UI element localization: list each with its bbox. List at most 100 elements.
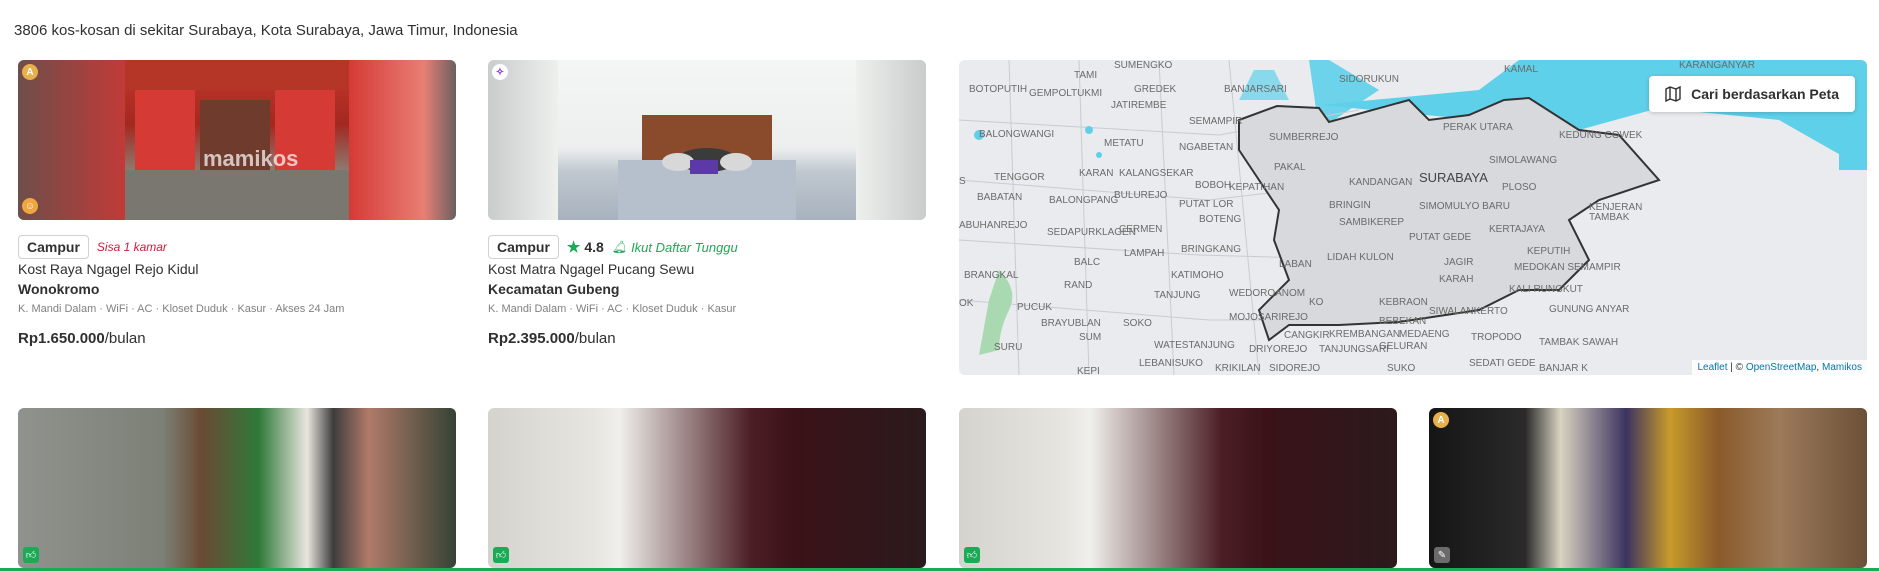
listing-price: Rp1.650.000/bulan (18, 330, 146, 347)
map-label: SOKO (1123, 318, 1152, 329)
map-label: SIWALANKERTO (1429, 306, 1508, 317)
osm-link[interactable]: OpenStreetMap (1746, 362, 1817, 373)
map-label: LAMPAH (1124, 248, 1164, 259)
listing-card[interactable]: 👍︎ (488, 408, 926, 568)
map-label: GUNUNG ANYAR (1549, 304, 1629, 315)
map-label: SUMBERREJO (1269, 132, 1339, 143)
search-map[interactable]: SUMENGKO TAMI GREDEK BANJARSARI SIDORUKU… (959, 60, 1867, 375)
listing-price: Rp2.395.000/bulan (488, 330, 616, 347)
map-label: KARAH (1439, 274, 1473, 285)
map-label: BRINGKANG (1181, 244, 1241, 255)
star-icon: ★ (566, 239, 581, 256)
like-icon: 👍︎ (493, 547, 509, 563)
map-label: PUTAT GEDE (1409, 232, 1472, 243)
map-label: OK (959, 298, 974, 309)
map-label: KALI RUNGKUT (1509, 284, 1583, 295)
map-label: SIMOLAWANG (1489, 155, 1557, 166)
map-label: NGABETAN (1179, 142, 1233, 153)
like-icon: 👍︎ (964, 547, 980, 563)
map-label: ABUHANREJO (959, 220, 1028, 231)
map-label: MEDAENG (1399, 329, 1450, 340)
rating: ★ 4.8 (566, 239, 604, 256)
map-label: KAMAL (1504, 64, 1538, 75)
listing-card[interactable]: ✧ Campur ★ 4.8 🔔︎ Ikut Daftar Tunggu Kost … (488, 60, 926, 347)
listing-photo[interactable]: mamikos A ☺ (18, 60, 456, 220)
map-label: BRAYUBLAN (1041, 318, 1101, 329)
search-by-map-button[interactable]: Cari berdasarkan Peta (1649, 76, 1855, 112)
room-type-chip: Campur (18, 235, 89, 259)
map-label: BOTOPUTIH (969, 84, 1027, 95)
listing-photo[interactable]: A ✎ (1429, 408, 1867, 568)
map-label: PLOSO (1502, 182, 1537, 193)
map-label: KARANGANYAR (1679, 60, 1755, 71)
listing-photo[interactable]: ✧ (488, 60, 926, 220)
map-label: WEDOROANOM (1229, 288, 1305, 299)
map-label: BRINGIN (1329, 200, 1371, 211)
map-label: MEDOKAN SEMAMPIR (1514, 262, 1621, 273)
map-label: KREMBANGAN (1329, 329, 1400, 340)
map-label: METATU (1104, 138, 1144, 149)
map-label: SAMBIKEREP (1339, 217, 1404, 228)
map-label: JAGIR (1444, 257, 1473, 268)
map-label: PERAK UTARA (1443, 122, 1513, 133)
watermark: mamikos (203, 146, 299, 171)
results-count: 3806 kos-kosan di sekitar Surabaya, Kota… (14, 22, 518, 39)
map-label: KANDANGAN (1349, 177, 1412, 188)
map-label: S (959, 176, 966, 187)
map-label: BRANGKAL (964, 270, 1019, 281)
map-label: BALONGPANG (1049, 195, 1118, 206)
map-label: TANJUNG (1154, 290, 1201, 301)
waitlist-link[interactable]: 🔔︎ Ikut Daftar Tunggu (612, 240, 738, 255)
like-icon: 👍︎ (23, 547, 39, 563)
listing-photo[interactable]: 👍︎ (488, 408, 926, 568)
map-label: BOTENG (1199, 214, 1241, 225)
map-label: GELURAN (1379, 341, 1427, 352)
map-label: BALC (1074, 257, 1100, 268)
listing-name[interactable]: Kost Matra Ngagel Pucang Sewu (488, 261, 694, 277)
listing-card[interactable]: mamikos A ☺ Campur Sisa 1 kamar Kost Ray… (18, 60, 456, 347)
leaflet-link[interactable]: Leaflet (1697, 362, 1727, 373)
map-label: PUCUK (1017, 302, 1052, 313)
remaining-rooms: Sisa 1 kamar (96, 240, 167, 254)
listing-photo[interactable]: 👍︎ (18, 408, 456, 568)
listing-facilities: K. Mandi Dalam · WiFi · AC · Kloset Dudu… (488, 303, 737, 315)
map-label: SIDORUKUN (1339, 74, 1399, 85)
storefront-image (125, 60, 349, 220)
map-attribution: Leaflet | © OpenStreetMap, Mamikos (1692, 360, 1867, 375)
map-label: KEPI (1077, 366, 1100, 375)
map-label: SUMENGKO (1114, 60, 1173, 71)
map-label: TAMBAK (1589, 212, 1630, 223)
promo-icon: ☺ (22, 198, 38, 214)
map-label: LIDAH KULON (1327, 252, 1394, 263)
listing-photo[interactable]: 👍︎ (959, 408, 1397, 568)
map-label: CANGKIR (1284, 330, 1330, 341)
listing-area: Wonokromo (18, 281, 100, 297)
premium-icon: A (1433, 412, 1449, 428)
listing-name[interactable]: Kost Raya Ngagel Rejo Kidul (18, 261, 199, 277)
map-label: CERMEN (1119, 224, 1162, 235)
map-label: BABATAN (977, 192, 1022, 203)
listing-facilities: K. Mandi Dalam · WiFi · AC · Kloset Dudu… (18, 303, 345, 315)
map-label: JATIREMBE (1111, 100, 1167, 111)
mamikos-link[interactable]: Mamikos (1822, 362, 1862, 373)
map-label: KEDUNG COWEK (1559, 130, 1643, 141)
map-label: KEBRAON (1379, 297, 1428, 308)
listing-card[interactable]: 👍︎ (18, 408, 456, 568)
map-label: TENGGOR (994, 172, 1045, 183)
premium-icon: A (22, 64, 38, 80)
map-label: SEDATI GEDE (1469, 358, 1536, 369)
map-icon (1665, 86, 1681, 102)
map-label: WATESTANJUNG (1154, 340, 1235, 351)
listing-card[interactable]: 👍︎ (959, 408, 1397, 568)
map-label: SUM (1079, 332, 1101, 343)
map-label: GEMPOLTUKMI (1029, 88, 1102, 99)
bell-icon: 🔔︎ (611, 240, 628, 254)
map-label: BULUREJO (1114, 190, 1168, 201)
map-label: PUTAT LOR (1179, 199, 1233, 210)
listing-card[interactable]: A ✎ (1429, 408, 1867, 568)
map-label: BALONGWANGI (979, 129, 1054, 140)
map-label: SURU (994, 342, 1022, 353)
map-label: RAND (1064, 280, 1092, 291)
verified-icon: ✧ (492, 64, 508, 80)
tag-icon: ✎ (1434, 547, 1450, 563)
